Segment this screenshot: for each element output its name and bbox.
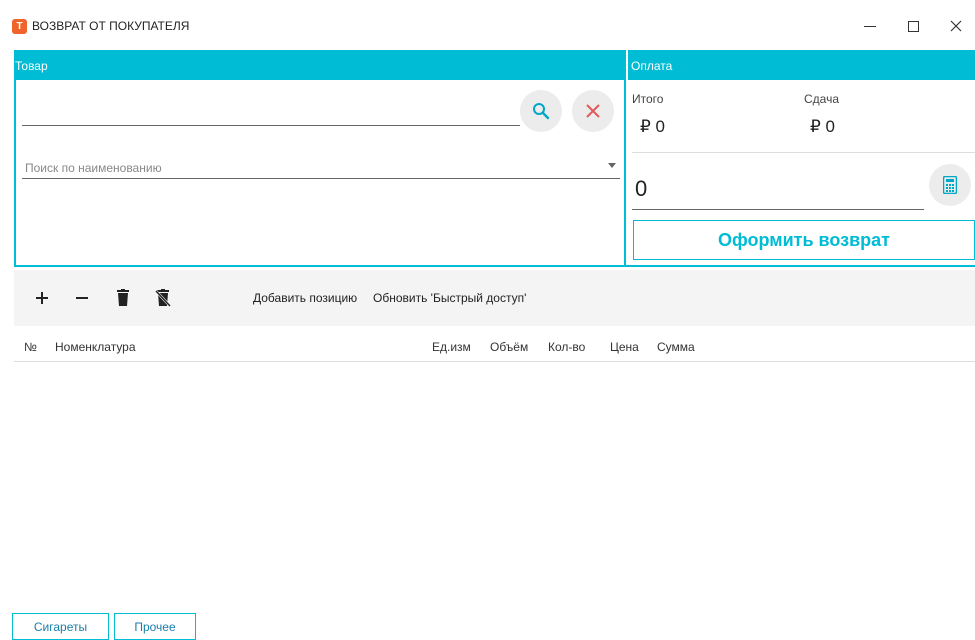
maximize-button[interactable] <box>899 14 927 38</box>
name-search-combobox[interactable]: Поиск по наименованию <box>22 153 620 179</box>
total-value: ₽ 0 <box>640 117 665 136</box>
items-table-body <box>14 362 975 610</box>
quick-access-cigarettes-button[interactable]: Сигареты <box>12 613 109 640</box>
close-window-button[interactable] <box>942 14 970 38</box>
submit-return-button[interactable]: Оформить возврат <box>633 220 975 260</box>
clear-button[interactable] <box>572 90 614 132</box>
app-logo-icon: Т <box>12 19 27 34</box>
window-titlebar: Т ВОЗВРАТ ОТ ПОКУПАТЕЛЯ <box>0 0 975 50</box>
goods-section-header: Товар <box>14 50 626 80</box>
goods-panel: Поиск по наименованию <box>14 80 626 267</box>
column-header-volume[interactable]: Объём <box>490 340 528 354</box>
column-header-unit[interactable]: Ед.изм <box>432 340 471 354</box>
change-label: Сдача <box>804 92 840 106</box>
payment-panel: Итого ₽ 0 Сдача ₽ 0 0 Оформить возврат <box>626 80 975 267</box>
trash-off-icon <box>155 289 171 307</box>
refresh-quick-access-button[interactable]: Обновить 'Быстрый доступ' <box>373 291 526 305</box>
add-item-button[interactable] <box>30 286 54 310</box>
add-position-button[interactable]: Добавить позицию <box>253 291 357 305</box>
column-header-nomenclature[interactable]: Номенклатура <box>55 340 136 354</box>
search-icon <box>533 103 550 120</box>
payment-section-header: Оплата <box>628 50 975 80</box>
minimize-button[interactable] <box>856 14 884 38</box>
minus-icon <box>76 297 88 299</box>
name-search-placeholder: Поиск по наименованию <box>25 161 162 175</box>
column-header-number[interactable]: № <box>24 340 37 354</box>
calculator-button[interactable] <box>929 164 971 206</box>
amount-input[interactable]: 0 <box>632 170 924 210</box>
chevron-down-icon <box>608 163 616 168</box>
trash-icon <box>117 289 129 306</box>
minimize-icon <box>864 25 876 27</box>
remove-item-button[interactable] <box>70 286 94 310</box>
close-icon <box>586 104 600 118</box>
items-table-header: № Номенклатура Ед.изм Объём Кол-во Цена … <box>14 326 975 362</box>
window-title: ВОЗВРАТ ОТ ПОКУПАТЕЛЯ <box>32 19 190 33</box>
change-value: ₽ 0 <box>810 117 835 136</box>
maximize-icon <box>907 20 919 32</box>
close-icon <box>950 20 962 32</box>
barcode-input[interactable] <box>22 104 520 126</box>
column-header-quantity[interactable]: Кол-во <box>548 340 585 354</box>
delete-item-button[interactable] <box>111 286 135 310</box>
column-header-price[interactable]: Цена <box>610 340 639 354</box>
quick-access-other-button[interactable]: Прочее <box>114 613 196 640</box>
plus-icon <box>36 292 48 304</box>
items-toolbar: Добавить позицию Обновить 'Быстрый досту… <box>14 270 975 326</box>
payment-divider <box>632 152 975 153</box>
calculator-icon <box>943 176 957 194</box>
total-label: Итого <box>632 92 664 106</box>
clear-all-items-button[interactable] <box>151 286 175 310</box>
column-header-sum[interactable]: Сумма <box>657 340 695 354</box>
search-button[interactable] <box>520 90 562 132</box>
